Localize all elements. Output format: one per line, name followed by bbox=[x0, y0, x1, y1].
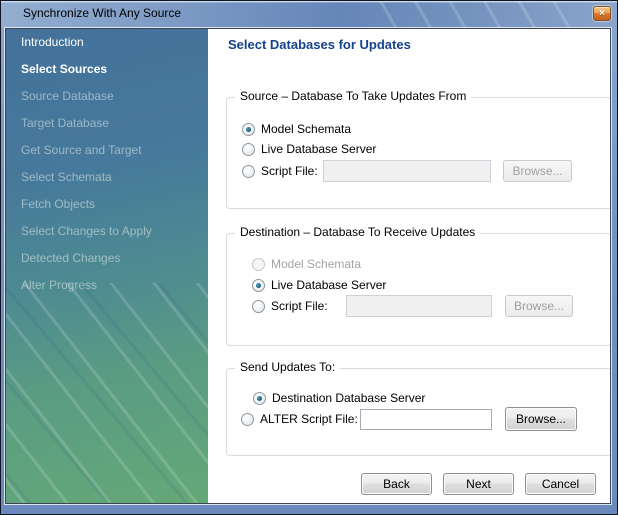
radio-icon[interactable] bbox=[242, 143, 255, 156]
radio-label: Live Database Server bbox=[271, 278, 386, 292]
radio-selected-icon[interactable] bbox=[242, 123, 255, 136]
source-group-label: Source – Database To Take Updates From bbox=[235, 89, 471, 103]
next-button[interactable]: Next bbox=[443, 473, 514, 495]
radio-option-source-live-server[interactable]: Live Database Server bbox=[242, 141, 376, 157]
radio-disabled-icon bbox=[252, 258, 265, 271]
radio-option-dest-model-schemata: Model Schemata bbox=[252, 256, 361, 272]
radio-label: Live Database Server bbox=[261, 142, 376, 156]
sidebar-item-detected-changes: Detected Changes bbox=[6, 245, 208, 272]
radio-label: Model Schemata bbox=[271, 257, 361, 271]
radio-option-send-alter-script[interactable]: ALTER Script File: bbox=[241, 411, 358, 427]
sidebar-item-select-sources[interactable]: Select Sources bbox=[6, 56, 208, 83]
radio-option-dest-script-file[interactable]: Script File: bbox=[252, 298, 328, 314]
sidebar-item-target-database: Target Database bbox=[6, 110, 208, 137]
source-browse-button: Browse... bbox=[503, 160, 572, 182]
radio-option-send-destination-server[interactable]: Destination Database Server bbox=[253, 390, 425, 406]
radio-icon[interactable] bbox=[242, 165, 255, 178]
close-button[interactable]: × bbox=[593, 6, 611, 21]
radio-label: Script File: bbox=[261, 164, 318, 178]
alter-script-file-input[interactable] bbox=[360, 409, 492, 430]
send-updates-group-label: Send Updates To: bbox=[235, 360, 340, 374]
alter-browse-button[interactable]: Browse... bbox=[505, 407, 577, 431]
radio-option-source-model-schemata[interactable]: Model Schemata bbox=[242, 121, 351, 137]
wizard-window: Synchronize With Any Source × Introducti… bbox=[0, 0, 618, 515]
window-frame: Introduction Select Sources Source Datab… bbox=[1, 27, 617, 514]
destination-group-label: Destination – Database To Receive Update… bbox=[235, 225, 480, 239]
sidebar-item-alter-progress: Alter Progress bbox=[6, 272, 208, 299]
radio-option-dest-live-server[interactable]: Live Database Server bbox=[252, 277, 386, 293]
cancel-button[interactable]: Cancel bbox=[525, 473, 596, 495]
radio-label: Script File: bbox=[271, 299, 328, 313]
radio-icon[interactable] bbox=[252, 300, 265, 313]
client-area: Introduction Select Sources Source Datab… bbox=[5, 28, 611, 504]
wizard-content: Select Databases for Updates Source – Da… bbox=[208, 29, 611, 503]
radio-selected-icon[interactable] bbox=[252, 279, 265, 292]
title-bar[interactable]: Synchronize With Any Source × bbox=[1, 1, 617, 28]
wizard-steps-sidebar: Introduction Select Sources Source Datab… bbox=[6, 29, 208, 503]
destination-script-file-input bbox=[346, 295, 492, 317]
destination-browse-button: Browse... bbox=[505, 295, 573, 317]
window-title: Synchronize With Any Source bbox=[23, 6, 181, 20]
page-title: Select Databases for Updates bbox=[228, 37, 411, 52]
radio-icon[interactable] bbox=[241, 413, 254, 426]
radio-selected-icon[interactable] bbox=[253, 392, 266, 405]
source-script-file-input bbox=[323, 160, 491, 182]
sidebar-item-select-schemata: Select Schemata bbox=[6, 164, 208, 191]
back-button[interactable]: Back bbox=[361, 473, 432, 495]
sidebar-item-introduction[interactable]: Introduction bbox=[6, 29, 208, 56]
radio-option-source-script-file[interactable]: Script File: bbox=[242, 163, 318, 179]
sidebar-item-get-source-and-target: Get Source and Target bbox=[6, 137, 208, 164]
radio-label: Model Schemata bbox=[261, 122, 351, 136]
close-icon: × bbox=[599, 9, 605, 19]
sidebar-item-source-database: Source Database bbox=[6, 83, 208, 110]
radio-label: ALTER Script File: bbox=[260, 412, 358, 426]
sidebar-item-select-changes: Select Changes to Apply bbox=[6, 218, 208, 245]
sidebar-item-fetch-objects: Fetch Objects bbox=[6, 191, 208, 218]
radio-label: Destination Database Server bbox=[272, 391, 425, 405]
